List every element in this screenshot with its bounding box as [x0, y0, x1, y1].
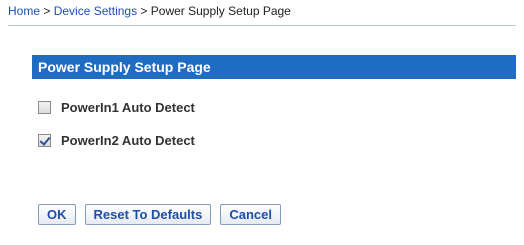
powerin2-auto-detect-checkbox[interactable] — [38, 134, 51, 147]
breadcrumb-separator: > — [137, 4, 151, 18]
reset-to-defaults-button[interactable]: Reset To Defaults — [84, 204, 212, 225]
powerin1-auto-detect-option[interactable]: PowerIn1 Auto Detect — [38, 100, 195, 115]
powerin2-auto-detect-option[interactable]: PowerIn2 Auto Detect — [38, 133, 195, 148]
breadcrumb-home-link[interactable]: Home — [8, 4, 40, 18]
ok-button[interactable]: OK — [38, 204, 76, 225]
powerin2-auto-detect-label: PowerIn2 Auto Detect — [61, 133, 195, 148]
powerin1-auto-detect-checkbox[interactable] — [38, 101, 51, 114]
action-buttons: OK Reset To Defaults Cancel — [38, 204, 281, 225]
breadcrumb-divider — [8, 25, 516, 26]
powerin1-auto-detect-label: PowerIn1 Auto Detect — [61, 100, 195, 115]
breadcrumb: Home > Device Settings > Power Supply Se… — [8, 4, 291, 18]
section-title: Power Supply Setup Page — [32, 55, 516, 79]
power-supply-setup-page: Home > Device Settings > Power Supply Se… — [0, 0, 524, 245]
breadcrumb-device-settings-link[interactable]: Device Settings — [54, 4, 137, 18]
cancel-button[interactable]: Cancel — [220, 204, 281, 225]
breadcrumb-separator: > — [40, 4, 54, 18]
breadcrumb-current: Power Supply Setup Page — [150, 4, 291, 18]
